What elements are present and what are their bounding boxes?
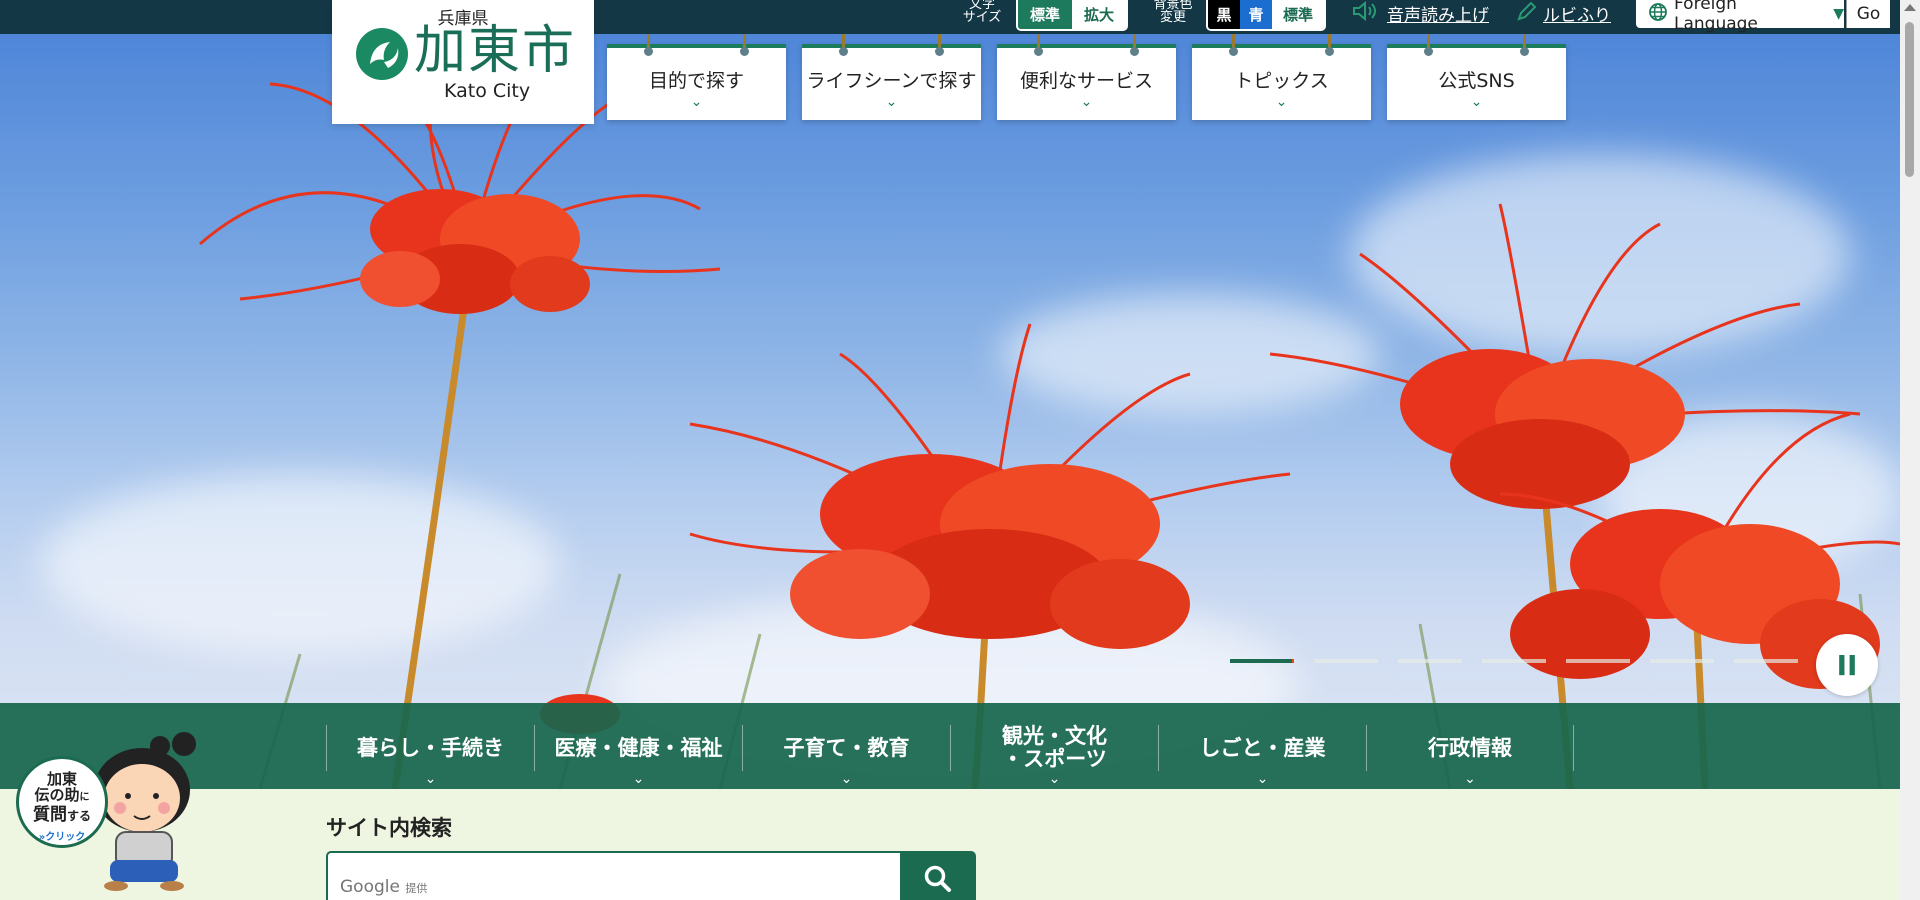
- foreign-language-label: Foreign Language: [1674, 0, 1758, 34]
- font-size-label: 文字 サイズ: [962, 0, 1002, 25]
- red-spider-lily-photo: [199, 48, 1900, 789]
- slide-indicator[interactable]: [1482, 659, 1546, 663]
- slide-indicators: [1230, 659, 1798, 663]
- hang-nav-sns[interactable]: 公式SNS ⌄: [1387, 34, 1566, 120]
- ruby-label: ルビふり: [1543, 5, 1611, 26]
- read-aloud-label: 音声読み上げ: [1387, 5, 1489, 26]
- ruby-link[interactable]: ルビふり: [1516, 0, 1611, 26]
- nav-childcare[interactable]: 子育て・教育 ⌄: [742, 725, 950, 787]
- site-search-input[interactable]: Google 提供: [326, 851, 900, 900]
- bg-color-label: 背景色 変更: [1153, 0, 1193, 25]
- chevron-down-icon: ⌄: [840, 771, 853, 787]
- slide-indicator[interactable]: [1734, 659, 1798, 663]
- hang-nav-lifescene[interactable]: ライフシーンで探す ⌄: [802, 34, 981, 120]
- slide-indicator[interactable]: [1230, 659, 1294, 663]
- main-category-nav: 暮らし・手続き ⌄ 医療・健康・福祉 ⌄ 子育て・教育 ⌄ 観光・文化 ・スポー…: [0, 703, 1900, 789]
- globe-icon: [1648, 2, 1668, 27]
- hang-nav-label: ライフシーンで探す: [806, 69, 977, 92]
- font-size-switcher: 標準 拡大: [1016, 0, 1128, 31]
- search-button[interactable]: [900, 851, 976, 900]
- hang-nav-label: トピックス: [1234, 69, 1329, 92]
- pencil-icon: [1516, 0, 1537, 27]
- go-button[interactable]: Go: [1846, 0, 1890, 28]
- chevron-down-icon: ⌄: [1464, 771, 1476, 787]
- hero-slideshow: [0, 34, 1900, 789]
- slide-indicator[interactable]: [1314, 659, 1378, 663]
- chevron-down-icon: ⌄: [690, 93, 703, 110]
- nav-living[interactable]: 暮らし・手続き ⌄: [326, 725, 534, 787]
- scroll-thumb[interactable]: [1905, 22, 1914, 177]
- nav-admin[interactable]: 行政情報 ⌄: [1366, 725, 1574, 787]
- bg-black-button[interactable]: 黒: [1208, 0, 1240, 29]
- read-aloud-link[interactable]: 音声読み上げ: [1352, 0, 1489, 26]
- bg-blue-button[interactable]: 青: [1240, 0, 1272, 29]
- chevron-down-icon: ⌄: [885, 93, 898, 110]
- hanging-nav: 目的で探す ⌄ ライフシーンで探す ⌄ 便利なサービス ⌄ トピックス ⌄ 公式…: [607, 34, 1566, 120]
- hang-nav-purpose[interactable]: 目的で探す ⌄: [607, 34, 786, 120]
- mascot-question-bubble: 加東 伝の助に 質問する »クリック: [16, 756, 108, 848]
- scroll-up-arrow-icon[interactable]: [1904, 4, 1916, 11]
- site-logo[interactable]: 兵庫県 加東市 Kato City: [332, 0, 594, 124]
- chevron-down-icon: ⌄: [1048, 771, 1061, 787]
- hang-nav-topics[interactable]: トピックス ⌄: [1192, 34, 1371, 120]
- google-branding: Google 提供: [340, 877, 428, 897]
- nav-medical[interactable]: 医療・健康・福祉 ⌄: [534, 725, 742, 787]
- nav-label: 観光・文化 ・スポーツ: [1002, 724, 1107, 771]
- chevron-down-icon: ⌄: [1470, 93, 1483, 110]
- nav-work[interactable]: しごと・産業 ⌄: [1158, 725, 1366, 787]
- hang-nav-label: 公式SNS: [1438, 69, 1515, 92]
- page-scrollbar[interactable]: [1900, 0, 1920, 900]
- hang-nav-label: 便利なサービス: [1019, 69, 1153, 92]
- nav-label: 行政情報: [1428, 735, 1512, 760]
- mascot-question-badge[interactable]: 加東 伝の助に 質問する »クリック: [12, 732, 202, 892]
- chevron-down-icon: ⌄: [1275, 93, 1288, 110]
- chevron-down-icon: ⌄: [632, 771, 645, 787]
- hang-nav-label: 目的で探す: [648, 69, 744, 92]
- hang-nav-services[interactable]: 便利なサービス ⌄: [997, 34, 1176, 120]
- bg-standard-button[interactable]: 標準: [1272, 0, 1324, 29]
- search-icon: [923, 864, 953, 898]
- slide-indicator[interactable]: [1566, 659, 1630, 663]
- slideshow-pause-button[interactable]: II: [1816, 634, 1878, 696]
- speaker-icon: [1352, 0, 1380, 26]
- top-utility-bar: 文字 サイズ 標準 拡大 背景色 変更 黒 青 標準 音声読み上げ ルビふり F…: [0, 0, 1900, 34]
- chevron-down-icon: ⌄: [424, 771, 437, 787]
- nav-label: しごと・産業: [1199, 735, 1326, 760]
- nav-tourism[interactable]: 観光・文化 ・スポーツ ⌄: [950, 724, 1158, 787]
- site-search-title: サイト内検索: [326, 816, 452, 840]
- nav-label: 暮らし・手続き: [357, 735, 504, 760]
- chevron-down-icon: ⌄: [1080, 93, 1093, 110]
- foreign-language-select[interactable]: Foreign Language ▼: [1636, 0, 1844, 34]
- bg-color-switcher: 黒 青 標準: [1206, 0, 1326, 31]
- font-size-standard-button[interactable]: 標準: [1018, 0, 1072, 29]
- font-size-large-button[interactable]: 拡大: [1072, 0, 1126, 29]
- nav-label: 子育て・教育: [783, 735, 910, 760]
- city-name: 加東市: [414, 21, 577, 81]
- chevron-down-icon: ▼: [1833, 6, 1844, 22]
- chevron-down-icon: ⌄: [1256, 771, 1269, 787]
- slide-indicator[interactable]: [1650, 659, 1714, 663]
- slide-indicator[interactable]: [1398, 659, 1462, 663]
- flower-center: [689, 323, 1291, 649]
- city-mark-icon: [354, 26, 410, 86]
- nav-label: 医療・健康・福祉: [554, 735, 723, 760]
- city-name-en: Kato City: [444, 80, 531, 102]
